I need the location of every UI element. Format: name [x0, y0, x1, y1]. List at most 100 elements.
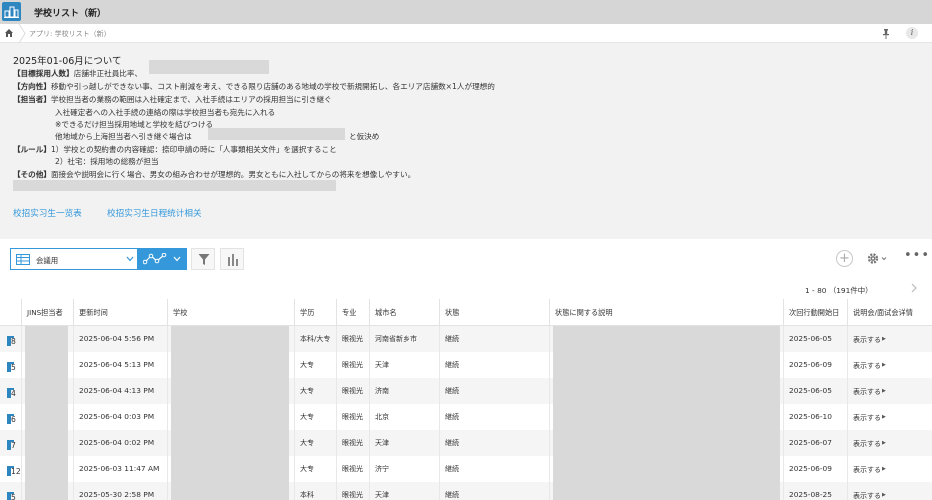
pagination-info: 1 - 80 （191件中） — [805, 286, 873, 295]
show-seminar-link[interactable]: 表示する▶ — [847, 378, 932, 404]
cell-next-date: 2025-06-09 — [783, 352, 847, 378]
add-record-button[interactable]: + — [836, 250, 853, 267]
record-number: 7 — [11, 441, 16, 450]
show-seminar-link[interactable]: 表示する▶ — [847, 430, 932, 456]
column-header-next-date[interactable]: 次回行動開始日 — [783, 299, 847, 326]
chevron-down-icon — [126, 256, 134, 262]
redacted-cell — [171, 482, 289, 500]
redacted-cell — [25, 430, 68, 456]
record-number: 8 — [11, 337, 16, 346]
redacted-cell — [553, 404, 780, 430]
cell-next-date: 2025-06-05 — [783, 326, 847, 352]
column-header-status[interactable]: 状態 — [439, 299, 549, 326]
cell-status: 継続 — [439, 326, 549, 352]
cell-updated: 2025-05-30 2:58 PM — [73, 482, 167, 500]
cell-status: 継続 — [439, 430, 549, 456]
breadcrumb-app[interactable]: アプリ: 学校リスト（新） — [29, 29, 111, 39]
cell-status: 継続 — [439, 404, 549, 430]
show-seminar-link[interactable]: 表示する▶ — [847, 326, 932, 352]
cell-major: 眼视光 — [336, 404, 369, 430]
more-options-icon[interactable]: ••• — [904, 249, 929, 266]
table-row[interactable]: 5 2025-06-04 5:13 PM 大专 眼视光 天津 継続 2025-06-09 表示… — [0, 352, 932, 378]
expand-arrow-icon: ▶ — [882, 440, 886, 446]
pin-icon[interactable] — [882, 29, 890, 39]
chevron-down-icon — [173, 256, 181, 262]
redacted-cell — [171, 456, 289, 482]
redacted-cell — [553, 482, 780, 500]
redacted-cell — [25, 326, 68, 352]
redacted-cell — [553, 326, 780, 352]
chart-button[interactable] — [220, 248, 244, 270]
settings-button[interactable] — [866, 251, 888, 266]
redacted-cell — [25, 482, 68, 500]
column-header-updated[interactable]: 更新时间 — [73, 299, 167, 326]
table-row[interactable]: 6 2025-06-04 0:03 PM 大专 眼视光 北京 継続 2025-06-10 表示… — [0, 404, 932, 430]
cell-next-date: 2025-06-05 — [783, 378, 847, 404]
redacted-cell — [25, 352, 68, 378]
column-header-edu[interactable]: 学历 — [294, 299, 336, 326]
gear-icon — [867, 253, 887, 264]
cell-city: 河南省新乡市 — [369, 326, 439, 352]
column-header-major[interactable]: 专业 — [336, 299, 369, 326]
column-header-seminar[interactable]: 说明会/面试会详情 — [847, 299, 932, 326]
cell-next-date: 2025-06-09 — [783, 456, 847, 482]
cell-major: 眼视光 — [336, 352, 369, 378]
column-header-city[interactable]: 城市名 — [369, 299, 439, 326]
table-row[interactable]: 4 2025-06-04 4:13 PM 大专 眼视光 济南 継続 2025-06-05 表示… — [0, 378, 932, 404]
table-row[interactable]: 12 2025-06-03 11:47 AM 大专 眼视光 济宁 継続 2025-06-09… — [0, 456, 932, 482]
cell-edu: 大专 — [294, 352, 336, 378]
cell-status: 継続 — [439, 378, 549, 404]
show-seminar-link[interactable]: 表示する▶ — [847, 482, 932, 500]
filter-button[interactable] — [191, 248, 215, 270]
view-selector[interactable]: 会議用 — [10, 248, 138, 270]
redacted-cell — [553, 456, 780, 482]
redacted-cell — [553, 352, 780, 378]
cell-updated: 2025-06-04 0:02 PM — [73, 430, 167, 456]
home-icon[interactable] — [4, 28, 14, 38]
notice-line-target: 【目標採用人数】店舗非正社員比率、 — [13, 69, 143, 78]
cell-city: 济宁 — [369, 456, 439, 482]
column-header-status-desc[interactable]: 状態に関する説明 — [549, 299, 783, 326]
next-page-icon[interactable] — [910, 283, 918, 293]
show-seminar-link[interactable]: 表示する▶ — [847, 456, 932, 482]
redacted-cell — [25, 456, 68, 482]
cell-edu: 大专 — [294, 456, 336, 482]
notice-line-other: 【その他】面接会や説明会に行く場合、男女の組み合わせが理想的。男女ともに入社して… — [13, 170, 416, 179]
record-number: 6 — [11, 415, 16, 424]
cell-updated: 2025-06-04 5:56 PM — [73, 326, 167, 352]
cell-edu: 大专 — [294, 378, 336, 404]
show-seminar-link[interactable]: 表示する▶ — [847, 404, 932, 430]
record-number: 12 — [11, 467, 21, 476]
redacted-cell — [553, 378, 780, 404]
info-icon[interactable]: i — [906, 27, 918, 39]
link-intern-list[interactable]: 校招实习生一览表 — [13, 207, 82, 219]
graph-button[interactable] — [138, 248, 187, 270]
notice-line-owner-4b: と仮決め — [349, 132, 380, 141]
cell-city: 济南 — [369, 378, 439, 404]
table-row[interactable]: 8 2025-06-04 5:56 PM 本科/大专 眼视光 河南省新乡市 継続 2025-… — [0, 326, 932, 352]
cell-next-date: 2025-06-07 — [783, 430, 847, 456]
cell-updated: 2025-06-04 4:13 PM — [73, 378, 167, 404]
app-logo-icon[interactable] — [2, 2, 21, 21]
redacted-cell — [171, 326, 289, 352]
app-title: 学校リスト（新） — [34, 9, 107, 19]
show-seminar-link[interactable]: 表示する▶ — [847, 352, 932, 378]
column-header-school[interactable]: 学校 — [167, 299, 294, 326]
link-intern-schedule[interactable]: 校招实习生日程统计相关 — [107, 207, 202, 219]
records-table: JINS担当者 更新时间 学校 学历 专业 城市名 状態 状態に関する説明 次回… — [0, 299, 932, 500]
table-row[interactable]: 5 2025-05-30 2:58 PM 本科 眼视光 天津 継続 2025-08-25 表示… — [0, 482, 932, 500]
redacted-cell — [171, 378, 289, 404]
cell-status: 継続 — [439, 482, 549, 500]
table-row[interactable]: 7 2025-06-04 0:02 PM 大专 眼视光 天津 継続 2025-06-07 表示… — [0, 430, 932, 456]
cell-city: 北京 — [369, 404, 439, 430]
cell-major: 眼视光 — [336, 326, 369, 352]
cell-edu: 大专 — [294, 404, 336, 430]
cell-city: 天津 — [369, 482, 439, 500]
cell-status: 継続 — [439, 352, 549, 378]
cell-edu: 大专 — [294, 430, 336, 456]
cell-edu: 本科 — [294, 482, 336, 500]
column-header-jins[interactable]: JINS担当者 — [21, 299, 73, 326]
cell-city: 天津 — [369, 430, 439, 456]
table-header: JINS担当者 更新时间 学校 学历 专业 城市名 状態 状態に関する説明 次回… — [0, 299, 932, 326]
cell-major: 眼视光 — [336, 482, 369, 500]
